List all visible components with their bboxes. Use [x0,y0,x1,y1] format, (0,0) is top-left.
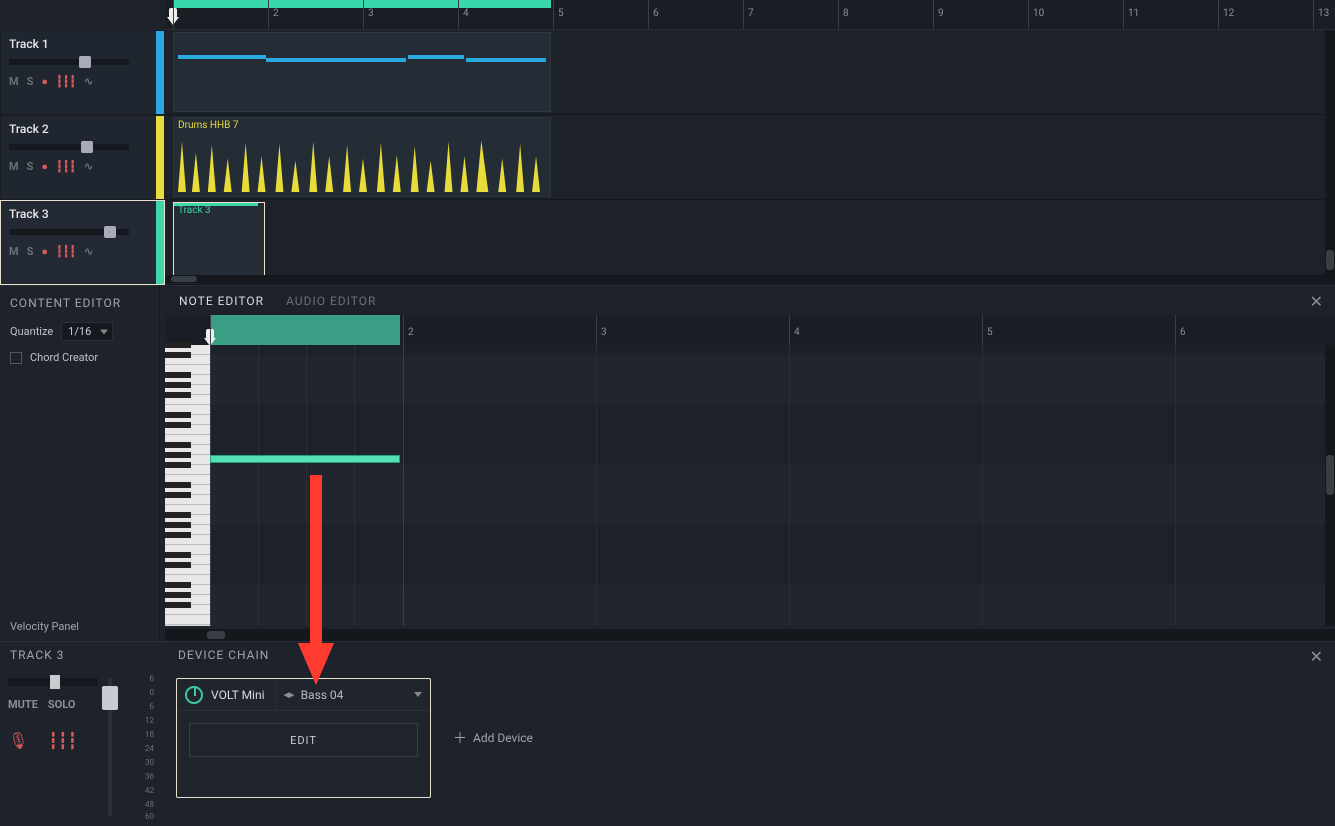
midi-note[interactable] [210,455,400,463]
automation-icon[interactable]: ∿ [84,245,93,258]
track-header-2[interactable]: Track 2 M S ● ┇┇┇ ∿ [0,115,165,200]
preset-selector[interactable]: ◂▸ Bass 04 [276,688,430,702]
ruler-tick: 2 [403,315,414,345]
content-editor-title: CONTENT EDITOR [10,296,149,310]
track-color-strip [156,31,164,114]
mute-button[interactable]: M [9,245,19,258]
tab-note-editor[interactable]: NOTE EDITOR [179,294,264,308]
note-editor-ruler[interactable]: 2 3 4 5 6 [165,315,1335,345]
add-device-button[interactable]: ＋ Add Device [453,728,533,748]
track-lane-1[interactable] [165,30,1335,115]
ruler-tick: 13 [1313,0,1329,29]
note-v-scrollbar[interactable] [1325,345,1335,626]
note-h-scrollbar[interactable] [165,629,1335,641]
track-header-3[interactable]: Track 3 M S ● ┇┇┇ ∿ [0,200,165,285]
arrange-h-scrollbar[interactable] [165,275,1335,283]
ruler-tick [173,0,178,29]
db-scale: 6 0 6 12 18 24 30 36 42 48 60 [128,674,156,820]
track-lane-3[interactable]: Track 3 [165,200,1335,285]
eq-icon[interactable]: ┇┇┇ [56,160,76,173]
quantize-select[interactable]: 1/16 [61,322,113,341]
ruler-tick: 12 [1218,0,1234,29]
solo-button[interactable]: S [27,160,34,173]
velocity-panel-label[interactable]: Velocity Panel [10,620,79,633]
record-arm-icon[interactable]: ● [41,245,48,258]
record-arm-icon[interactable]: 🎙 [8,731,28,750]
chord-creator-label: Chord Creator [30,351,98,364]
ruler-tick: 11 [1123,0,1139,29]
track-color-strip [156,201,164,284]
ruler-tick: 5 [982,315,993,345]
prev-next-icon[interactable]: ◂▸ [284,688,295,701]
ruler-tick: 3 [363,0,374,29]
track-name: Track 2 [9,122,156,136]
plus-icon: ＋ [453,728,467,748]
power-icon[interactable] [185,686,203,704]
volume-slider[interactable] [9,59,129,65]
chord-creator-checkbox[interactable] [10,352,22,364]
close-icon[interactable]: ✕ [1310,292,1323,311]
ruler-tick [210,315,215,345]
track-lane-2[interactable]: Drums HHB 7 [165,115,1335,200]
record-arm-icon[interactable]: ● [41,160,48,173]
ruler-tick: 2 [268,0,279,29]
ruler-tick: 5 [553,0,564,29]
chevron-down-icon [414,692,422,697]
volume-fader[interactable]: 6 0 6 12 18 24 30 36 42 48 60 [100,674,156,820]
preset-name: Bass 04 [301,688,344,702]
piano-keyboard[interactable]: C3 C2 C1 [165,345,210,626]
ruler-tick: 4 [789,315,800,345]
solo-button[interactable]: S [27,245,34,258]
mute-button[interactable]: MUTE [8,698,38,711]
ruler-tick: 4 [458,0,469,29]
tab-audio-editor[interactable]: AUDIO EDITOR [286,294,376,308]
mute-button[interactable]: M [9,75,19,88]
clip-label: Track 3 [178,205,211,216]
ruler-tick: 9 [933,0,944,29]
loop-region[interactable] [173,0,551,8]
track-color-strip [156,116,164,199]
editor-tabs: NOTE EDITOR AUDIO EDITOR ✕ [165,285,1335,315]
eq-icon[interactable]: ┇┇┇ [56,75,76,88]
quantize-label: Quantize [10,325,53,338]
eq-icon[interactable]: ┇┇┇ [56,245,76,258]
close-icon[interactable]: ✕ [1310,647,1323,666]
solo-button[interactable]: S [27,75,34,88]
volume-slider[interactable] [9,229,129,235]
ruler-tick: 3 [596,315,607,345]
solo-button[interactable]: SOLO [48,698,76,711]
clip-label: Drums HHB 7 [178,120,238,131]
audio-clip[interactable]: Drums HHB 7 [173,117,551,197]
record-arm-icon[interactable]: ● [41,75,48,88]
device-chain-area[interactable]: VOLT Mini ◂▸ Bass 04 EDIT ＋ Add Device [168,670,1335,826]
track-mixer-title: TRACK 3 [0,642,160,670]
automation-icon[interactable]: ∿ [84,75,93,88]
track-header-1[interactable]: Track 1 M S ● ┇┇┇ ∿ [0,30,165,115]
eq-icon[interactable]: ┇┇┇ [48,731,77,750]
edit-button[interactable]: EDIT [189,723,418,757]
track-name: Track 3 [9,207,156,221]
pan-slider[interactable] [8,678,98,686]
midi-clip[interactable] [173,32,551,112]
arrange-v-scrollbar[interactable] [1325,30,1335,275]
volume-slider[interactable] [9,144,129,150]
timeline-ruler[interactable]: 2 3 4 5 6 7 8 9 10 11 12 13 [165,0,1335,30]
automation-icon[interactable]: ∿ [84,160,93,173]
note-grid[interactable] [210,345,1335,626]
ruler-tick: 6 [1175,315,1186,345]
midi-clip-selected[interactable]: Track 3 [173,202,265,282]
device-chain-title: DEVICE CHAIN [168,642,1335,670]
mute-button[interactable]: M [9,160,19,173]
track-name: Track 1 [9,37,156,51]
device-volt-mini[interactable]: VOLT Mini ◂▸ Bass 04 EDIT [176,678,431,798]
waveform-icon [178,136,546,192]
ruler-tick: 6 [648,0,659,29]
content-editor-panel: CONTENT EDITOR Quantize 1/16 Chord Creat… [0,285,160,641]
note-loop-region[interactable] [210,315,400,345]
ruler-tick: 7 [743,0,754,29]
chevron-down-icon [100,329,108,334]
device-name: VOLT Mini [211,679,276,711]
ruler-tick: 10 [1028,0,1044,29]
ruler-tick: 8 [838,0,849,29]
